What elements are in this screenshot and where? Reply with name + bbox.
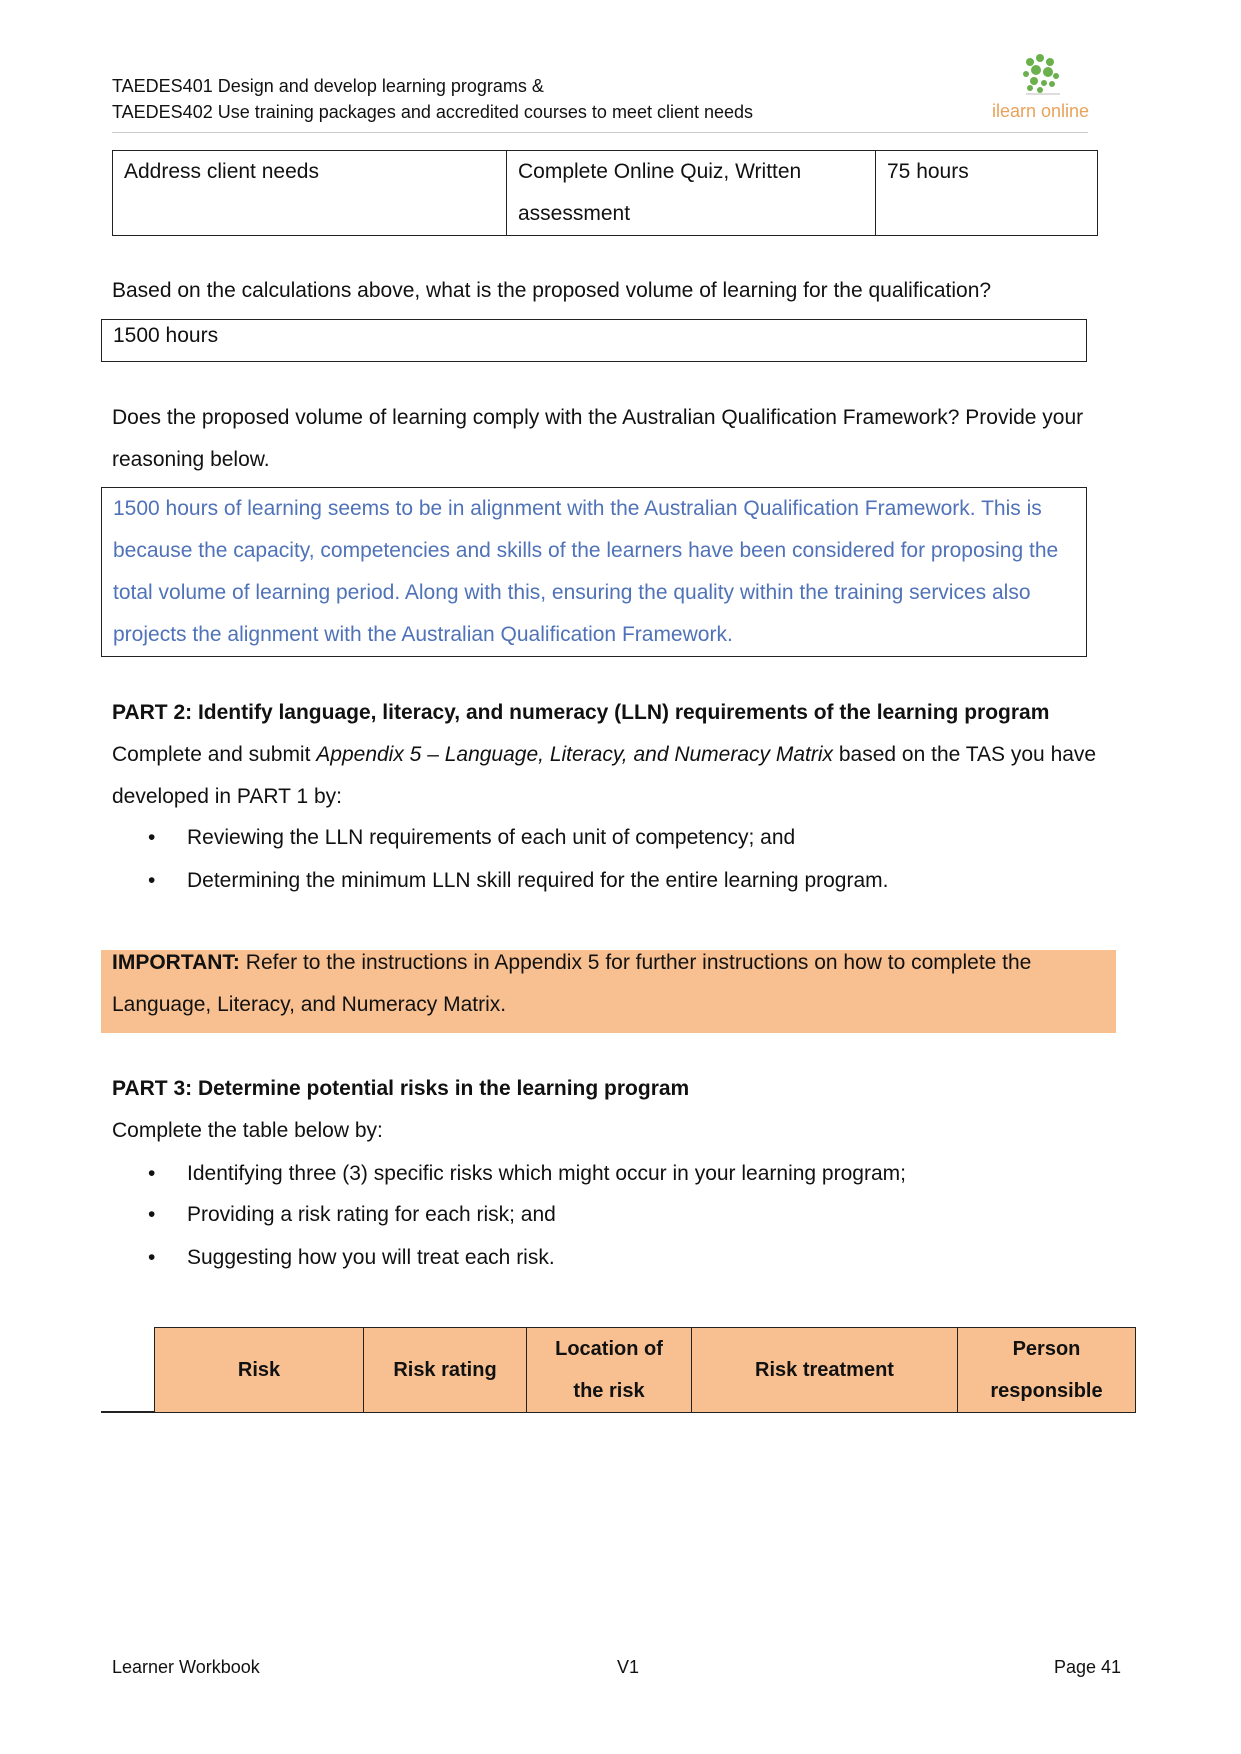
- header-rule: [112, 132, 1088, 133]
- header-risk-treatment: Risk treatment: [691, 1327, 958, 1413]
- bullet-icon: •: [148, 826, 156, 849]
- part-2-intro-line-2: developed in PART 1 by:: [112, 785, 342, 808]
- part-2-bullet: Reviewing the LLN requirements of each u…: [187, 826, 796, 849]
- ilearn-logo: ilearn online: [992, 50, 1090, 121]
- footer-version: V1: [617, 1657, 640, 1677]
- important-line-1: IMPORTANT: Refer to the instructions in …: [112, 942, 1105, 984]
- header-text: responsible: [990, 1380, 1103, 1402]
- assessment-line-1: Complete Online Quiz, Written: [518, 160, 802, 183]
- document-page: TAEDES401 Design and develop learning pr…: [0, 0, 1241, 1754]
- intro-text: Complete and submit: [112, 743, 317, 766]
- bullet-icon: •: [148, 1162, 156, 1185]
- header-line-2: TAEDES402 Use training packages and accr…: [112, 102, 754, 122]
- table-left-rule: [101, 1411, 154, 1413]
- header-text: the risk: [573, 1380, 645, 1402]
- footer-left: Learner Workbook: [112, 1657, 260, 1677]
- logo-globe-icon: [1023, 54, 1060, 95]
- footer-page-number: Page 41: [1053, 1657, 1121, 1677]
- important-callout: IMPORTANT: Refer to the instructions in …: [101, 950, 1116, 1033]
- answer-line: projects the alignment with the Australi…: [113, 623, 733, 646]
- header-text: Person: [1012, 1338, 1081, 1360]
- part-2-heading: PART 2: Identify language, literacy, and…: [112, 701, 1050, 724]
- header-person-responsible: Person responsible: [957, 1327, 1136, 1413]
- answer-1-field[interactable]: 1500 hours: [101, 319, 1087, 362]
- header-line-1: TAEDES401 Design and develop learning pr…: [112, 76, 544, 96]
- bullet-icon: •: [148, 869, 156, 892]
- bullet-icon: •: [148, 1246, 156, 1269]
- bullet-icon: •: [148, 1203, 156, 1226]
- important-text: Refer to the instructions in Appendix 5 …: [239, 951, 1032, 974]
- header-location: Location of the risk: [526, 1327, 692, 1413]
- header-risk-rating: Risk rating: [363, 1327, 527, 1413]
- hours-cell: 75 hours: [875, 150, 1098, 236]
- important-label: IMPORTANT:: [112, 951, 240, 974]
- table-row: Address client needs Complete Online Qui…: [112, 150, 1098, 236]
- part-3-heading: PART 3: Determine potential risks in the…: [112, 1077, 690, 1100]
- assessment-cell: Complete Online Quiz, Written assessment: [506, 150, 876, 236]
- appendix-reference: Appendix 5 – Language, Literacy, and Num…: [316, 743, 834, 766]
- part-3-bullet: Providing a risk rating for each risk; a…: [187, 1203, 556, 1226]
- question-2-line-1: Does the proposed volume of learning com…: [112, 406, 1084, 429]
- answer-line: total volume of learning period. Along w…: [113, 581, 1031, 604]
- question-1: Based on the calculations above, what is…: [112, 279, 992, 302]
- part-3-intro: Complete the table below by:: [112, 1119, 383, 1142]
- part-2-intro: Complete and submit Appendix 5 – Languag…: [112, 734, 1096, 776]
- assessment-line-2: assessment: [518, 202, 631, 225]
- volume-table: Address client needs Complete Online Qui…: [112, 150, 1098, 236]
- part-2-bullet: Determining the minimum LLN skill requir…: [187, 869, 889, 892]
- answer-line: because the capacity, competencies and s…: [113, 539, 1059, 562]
- intro-text: based on the TAS you have: [833, 743, 1097, 766]
- important-line-2: Language, Literacy, and Numeracy Matrix.: [112, 993, 507, 1016]
- risk-table: Risk Risk rating Location of the risk Ris…: [154, 1327, 1136, 1413]
- header-text: Location of: [555, 1338, 663, 1360]
- part-3-bullet: Identifying three (3) specific risks whi…: [187, 1162, 906, 1185]
- answer-2-field[interactable]: 1500 hours of learning seems to be in al…: [101, 487, 1087, 657]
- table-header-row: Risk Risk rating Location of the risk Ris…: [154, 1327, 1136, 1413]
- logo-text: ilearn online: [992, 101, 1090, 121]
- part-3-bullet: Suggesting how you will treat each risk.: [187, 1246, 555, 1269]
- question-2-line-2: reasoning below.: [112, 448, 270, 471]
- answer-line: 1500 hours of learning seems to be in al…: [113, 497, 1042, 520]
- header-risk: Risk: [154, 1327, 364, 1413]
- unit-cell: Address client needs: [112, 150, 507, 236]
